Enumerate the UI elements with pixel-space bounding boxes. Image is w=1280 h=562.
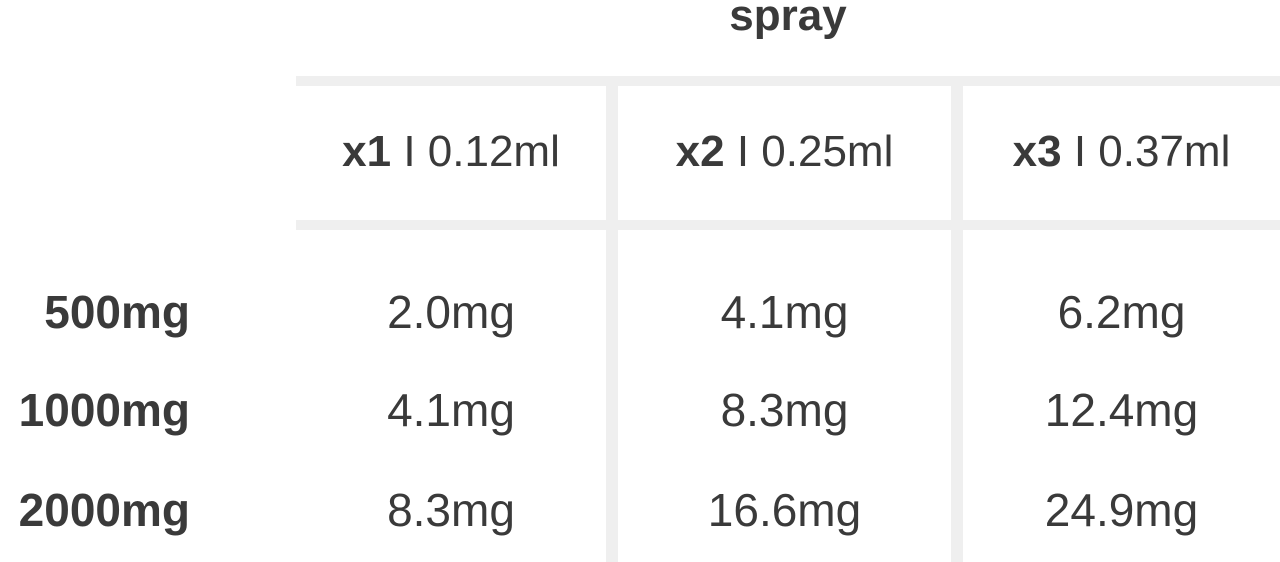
table-cell: 4.1mg xyxy=(720,286,849,338)
row-label: 2000mg xyxy=(18,484,190,536)
table-cell: 4.1mg xyxy=(387,384,515,436)
table-cell: 8.3mg xyxy=(720,384,849,436)
table-cell: 2.0mg xyxy=(387,286,515,338)
column-multiplier: x1 xyxy=(342,127,392,176)
column-separator: I xyxy=(403,127,416,176)
table-cell: 12.4mg xyxy=(1044,384,1199,436)
column-volume: 0.37ml xyxy=(1098,127,1231,176)
column-divider xyxy=(951,86,963,562)
table-cell: 24.9mg xyxy=(1044,484,1199,536)
header-top-divider xyxy=(296,76,1280,86)
column-divider xyxy=(606,86,618,562)
table-cell: 16.6mg xyxy=(707,484,862,536)
table-title: spray xyxy=(729,0,847,40)
column-multiplier: x2 xyxy=(675,127,725,176)
header-bottom-divider xyxy=(296,220,1280,230)
row-label: 500mg xyxy=(44,286,190,338)
row-label: 1000mg xyxy=(18,384,190,436)
table-cell: 8.3mg xyxy=(387,484,515,536)
table-cell: 6.2mg xyxy=(1057,286,1186,338)
column-header-x2: x2 I 0.25ml xyxy=(618,120,951,184)
column-separator: I xyxy=(736,127,750,176)
column-multiplier: x3 xyxy=(1012,127,1062,176)
column-separator: I xyxy=(1073,127,1087,176)
column-volume: 0.25ml xyxy=(761,127,894,176)
column-header-x1: x1 I 0.12ml xyxy=(296,120,606,184)
column-volume: 0.12ml xyxy=(427,127,560,176)
column-header-x3: x3 I 0.37ml xyxy=(963,120,1280,184)
